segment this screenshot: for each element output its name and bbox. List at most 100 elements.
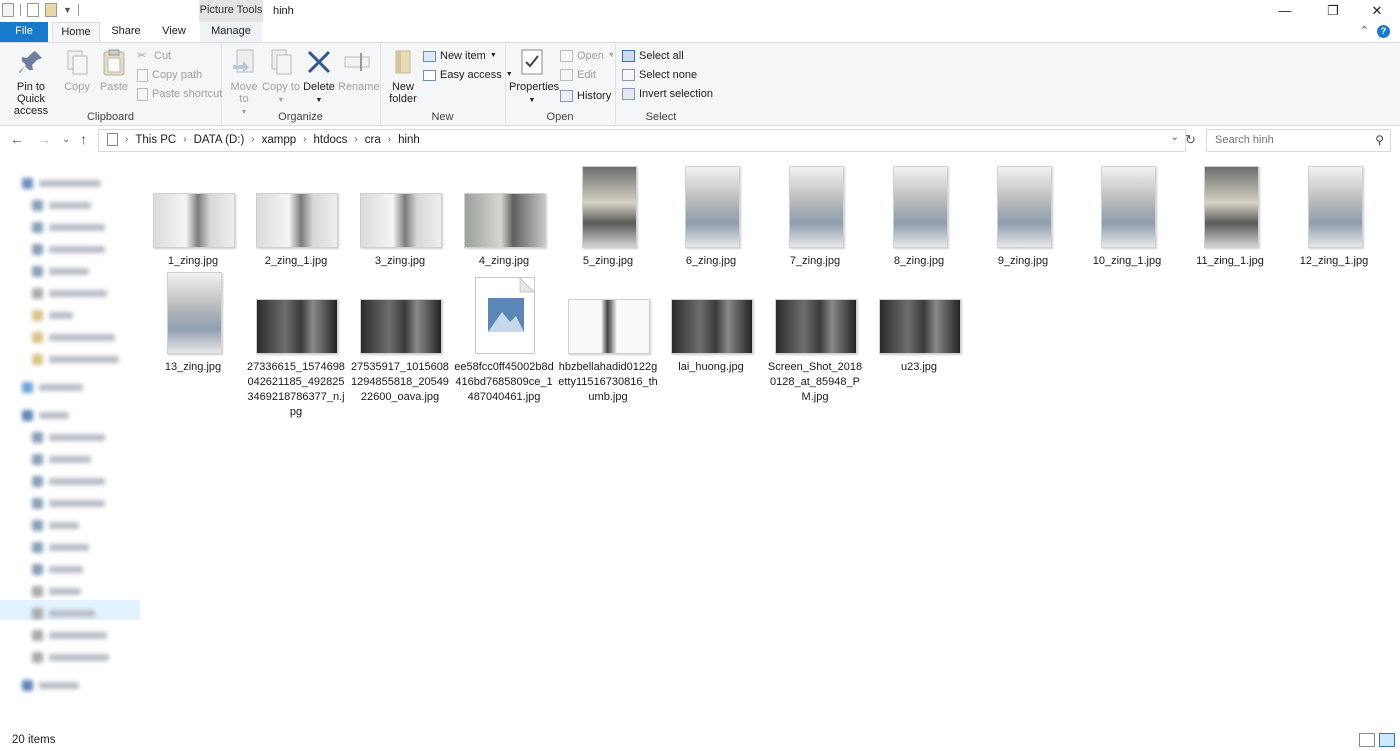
sidebar-item-quick-access[interactable] bbox=[22, 174, 101, 192]
sidebar-item[interactable] bbox=[32, 328, 115, 346]
file-item[interactable]: 7_zing.jpg bbox=[765, 164, 865, 267]
tab-view[interactable]: View bbox=[152, 22, 196, 42]
sidebar-item-onedrive[interactable] bbox=[22, 378, 83, 396]
sidebar-item[interactable] bbox=[32, 284, 107, 302]
sidebar-item[interactable] bbox=[32, 582, 81, 600]
sidebar-item-this-pc[interactable] bbox=[22, 406, 69, 424]
new-item-button[interactable]: New item ▼ bbox=[423, 47, 497, 65]
recent-locations-chevron-icon[interactable]: ⌄ bbox=[62, 134, 70, 145]
chevron-right-icon[interactable]: › bbox=[125, 134, 128, 145]
file-item[interactable]: ee58fcc0ff45002b8d416bd7685809ce_1487040… bbox=[454, 270, 554, 403]
close-button[interactable]: ✕ bbox=[1354, 0, 1400, 22]
open-button[interactable]: Open ▼ bbox=[560, 47, 615, 65]
collapse-ribbon-icon[interactable]: ⌃ bbox=[1360, 24, 1369, 37]
refresh-icon[interactable]: ↻ bbox=[1185, 132, 1196, 148]
chevron-right-icon[interactable]: › bbox=[303, 134, 306, 145]
file-item[interactable]: 8_zing.jpg bbox=[869, 164, 969, 267]
large-icons-view-icon[interactable] bbox=[1379, 733, 1395, 747]
select-none-button[interactable]: Select none bbox=[622, 66, 697, 84]
new-folder-qat-icon[interactable] bbox=[45, 3, 57, 17]
sidebar-item[interactable] bbox=[32, 648, 109, 666]
edit-button[interactable]: Edit bbox=[560, 66, 596, 84]
crumb-hinh[interactable]: hinh bbox=[398, 134, 420, 146]
rename-button[interactable]: Rename bbox=[338, 47, 380, 93]
file-item[interactable]: Screen_Shot_20180128_at_85948_PM.jpg bbox=[765, 270, 865, 403]
restore-button[interactable]: ❐ bbox=[1310, 0, 1356, 22]
sidebar-item-network[interactable] bbox=[22, 676, 79, 694]
easy-access-button[interactable]: Easy access ▼ bbox=[423, 66, 513, 84]
sidebar-item[interactable] bbox=[32, 604, 95, 622]
crumb-data-drive[interactable]: DATA (D:) bbox=[194, 134, 245, 146]
file-item[interactable]: 6_zing.jpg bbox=[661, 164, 761, 267]
sidebar-item[interactable] bbox=[32, 560, 83, 578]
sidebar-item[interactable] bbox=[32, 428, 105, 446]
properties-button[interactable]: Properties ▼ bbox=[509, 47, 559, 107]
copy-to-button[interactable]: Copy to ▼ bbox=[262, 47, 300, 107]
file-item[interactable]: 1_zing.jpg bbox=[143, 164, 243, 267]
copy-path-button[interactable]: Copy path bbox=[137, 66, 202, 84]
sidebar-item[interactable] bbox=[32, 196, 91, 214]
file-item[interactable]: 9_zing.jpg bbox=[973, 164, 1073, 267]
sidebar-item[interactable] bbox=[32, 472, 105, 490]
vertical-scrollbar[interactable] bbox=[1384, 160, 1400, 728]
search-icon[interactable]: ⚲ bbox=[1375, 133, 1384, 147]
sidebar-item[interactable] bbox=[32, 626, 107, 644]
sidebar-item[interactable] bbox=[32, 516, 79, 534]
sidebar-item[interactable] bbox=[32, 240, 105, 258]
file-item[interactable]: 2_zing_1.jpg bbox=[246, 164, 346, 267]
search-input[interactable] bbox=[1213, 133, 1367, 147]
help-icon[interactable]: ? bbox=[1377, 25, 1390, 38]
up-arrow-icon[interactable]: ↑ bbox=[80, 131, 87, 147]
file-item[interactable]: 3_zing.jpg bbox=[350, 164, 450, 267]
chevron-right-icon[interactable]: › bbox=[183, 134, 186, 145]
file-item[interactable]: 4_zing.jpg bbox=[454, 164, 554, 267]
sidebar-item[interactable] bbox=[32, 538, 89, 556]
details-view-icon[interactable] bbox=[1359, 733, 1375, 747]
copy-button[interactable]: Copy bbox=[62, 47, 92, 93]
sidebar-item[interactable] bbox=[32, 350, 119, 368]
sidebar-item[interactable] bbox=[32, 262, 89, 280]
crumb-xampp[interactable]: xampp bbox=[262, 134, 297, 146]
pin-to-quick-access-button[interactable]: Pin to Quick access bbox=[4, 47, 58, 117]
forward-arrow-icon[interactable]: → bbox=[37, 131, 51, 147]
file-item[interactable]: 13_zing.jpg bbox=[143, 270, 243, 373]
tab-home[interactable]: Home bbox=[52, 22, 100, 43]
new-folder-button[interactable]: New folder bbox=[384, 47, 422, 105]
file-item[interactable]: 11_zing_1.jpg bbox=[1180, 164, 1280, 267]
chevron-right-icon[interactable]: › bbox=[251, 134, 254, 145]
sidebar-item[interactable] bbox=[32, 494, 105, 512]
delete-button[interactable]: Delete ▼ bbox=[302, 47, 336, 107]
address-dropdown-icon[interactable]: ⌄ bbox=[1171, 132, 1179, 143]
file-item[interactable]: lai_huong.jpg bbox=[661, 270, 761, 373]
sidebar-item[interactable] bbox=[32, 306, 73, 324]
crumb-this-pc[interactable]: This PC bbox=[135, 134, 176, 146]
invert-selection-button[interactable]: Invert selection bbox=[622, 85, 713, 103]
crumb-htdocs[interactable]: htdocs bbox=[314, 134, 348, 146]
chevron-right-icon[interactable]: › bbox=[388, 134, 391, 145]
customize-qat-icon[interactable]: ▼ bbox=[63, 5, 72, 15]
file-item[interactable]: 27535917_10156081294855818_2054922600_oa… bbox=[350, 270, 450, 403]
tab-share[interactable]: Share bbox=[104, 22, 148, 42]
paste-button[interactable]: Paste bbox=[98, 47, 130, 93]
sidebar-item[interactable] bbox=[32, 450, 91, 468]
file-item[interactable]: hbzbellahadid0122getty11516730816_thumb.… bbox=[558, 270, 658, 403]
paste-shortcut-button[interactable]: Paste shortcut bbox=[137, 85, 222, 103]
file-item[interactable]: u23.jpg bbox=[869, 270, 969, 373]
file-item[interactable]: 12_zing_1.jpg bbox=[1284, 164, 1384, 267]
cut-button[interactable]: ✂ Cut bbox=[137, 47, 171, 65]
history-button[interactable]: History bbox=[560, 87, 611, 105]
tab-file[interactable]: File bbox=[0, 22, 48, 42]
tab-manage[interactable]: Manage bbox=[200, 22, 262, 42]
back-arrow-icon[interactable]: ← bbox=[10, 131, 24, 147]
properties-qat-icon[interactable] bbox=[27, 3, 39, 17]
file-item[interactable]: 27336615_1574698042621185_49282534692187… bbox=[246, 270, 346, 418]
file-item[interactable]: 10_zing_1.jpg bbox=[1077, 164, 1177, 267]
select-all-button[interactable]: Select all bbox=[622, 47, 684, 65]
move-to-button[interactable]: Move to ▼ bbox=[226, 47, 262, 119]
file-item[interactable]: 5_zing.jpg bbox=[558, 164, 658, 267]
minimize-button[interactable]: — bbox=[1262, 0, 1308, 22]
sidebar-item[interactable] bbox=[32, 218, 105, 236]
crumb-cra[interactable]: cra bbox=[365, 134, 381, 146]
chevron-right-icon[interactable]: › bbox=[354, 134, 357, 145]
address-path-box[interactable]: › This PC › DATA (D:) › xampp › htdocs ›… bbox=[98, 129, 1186, 152]
